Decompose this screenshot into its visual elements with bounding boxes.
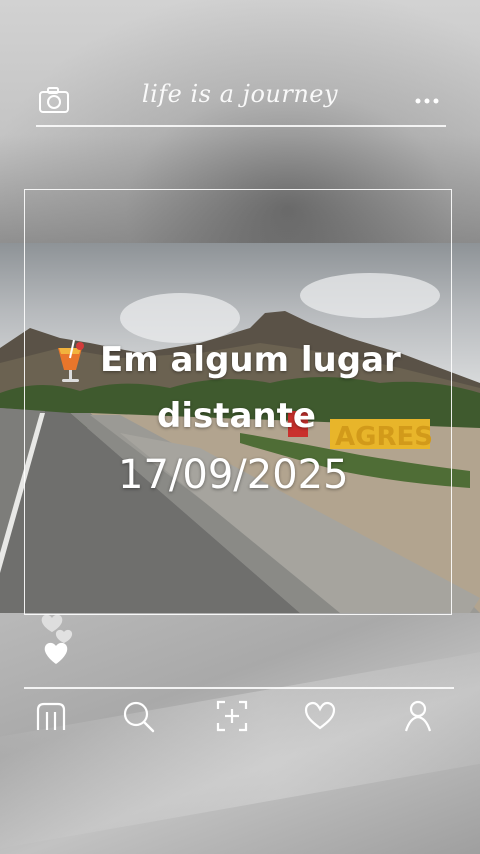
caption-line-2: distante <box>157 396 316 436</box>
home-icon <box>36 702 66 730</box>
header-divider <box>36 125 446 127</box>
nav-likes[interactable] <box>302 698 338 734</box>
post-date: 17/09/2025 <box>118 452 349 498</box>
nav-add[interactable] <box>214 698 250 734</box>
tropical-drink-icon <box>58 339 84 382</box>
add-square-icon <box>216 700 248 732</box>
more-options-button[interactable] <box>412 92 444 110</box>
nav-search[interactable] <box>120 698 156 734</box>
like-reaction[interactable] <box>38 610 82 670</box>
caption-line-1: Em algum lugar <box>100 340 401 380</box>
hearts-icon <box>41 614 73 664</box>
camera-button[interactable] <box>38 86 72 116</box>
nav-divider <box>24 687 454 689</box>
nav-home[interactable] <box>33 698 69 734</box>
more-dots-icon <box>415 98 439 104</box>
app-title: life is a journey <box>141 80 339 108</box>
camera-icon <box>39 87 69 113</box>
search-icon <box>123 701 155 733</box>
heart-icon <box>304 701 336 730</box>
nav-profile[interactable] <box>400 698 436 734</box>
profile-icon <box>404 700 432 732</box>
